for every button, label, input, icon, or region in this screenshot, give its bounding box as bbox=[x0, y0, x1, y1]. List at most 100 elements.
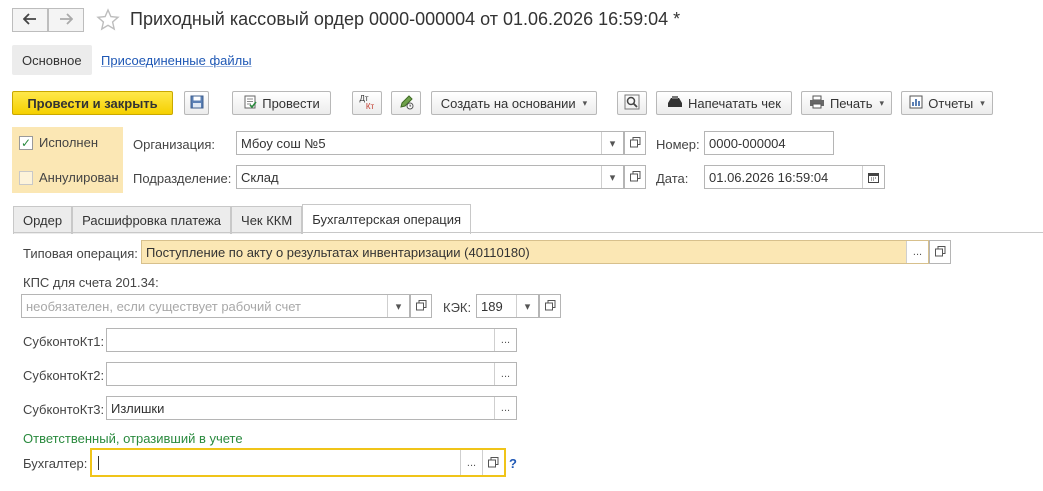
accountant-open-button[interactable] bbox=[482, 450, 504, 475]
print-label: Печать bbox=[829, 95, 873, 111]
subconto3-value: Излишки bbox=[111, 400, 165, 416]
division-field[interactable]: Склад ▾ bbox=[236, 165, 624, 189]
number-label: Номер: bbox=[656, 137, 700, 152]
post-button-label: Провести bbox=[262, 95, 320, 111]
post-document-icon bbox=[243, 95, 257, 112]
magnifier-icon bbox=[624, 94, 640, 113]
printer-icon bbox=[809, 95, 825, 112]
kek-label: КЭК: bbox=[443, 300, 472, 315]
tab-kkm-receipt[interactable]: Чек ККМ bbox=[231, 206, 303, 234]
ellipsis-button[interactable]: ... bbox=[906, 241, 928, 263]
dt-kt-button[interactable]: Дт Кт bbox=[352, 91, 382, 115]
tab-order[interactable]: Ордер bbox=[13, 206, 73, 234]
cash-register-icon bbox=[667, 95, 683, 112]
kps-open-button[interactable] bbox=[410, 294, 432, 318]
typical-operation-label: Типовая операция: bbox=[23, 246, 138, 261]
organization-value: Мбоу сош №5 bbox=[241, 135, 326, 151]
dt-kt-icon: Дт Кт bbox=[359, 95, 375, 111]
create-based-on-label: Создать на основании bbox=[440, 95, 576, 111]
date-value: 01.06.2026 16:59:04 bbox=[709, 169, 829, 185]
chevron-down-icon: ▾ bbox=[879, 97, 885, 108]
edit-posting-button[interactable] bbox=[391, 91, 421, 115]
ellipsis-button[interactable]: ... bbox=[460, 450, 482, 475]
search-button[interactable] bbox=[617, 91, 647, 115]
responsible-group-heading: Ответственный, отразивший в учете bbox=[23, 431, 243, 446]
chevron-down-icon[interactable]: ▾ bbox=[601, 166, 623, 188]
chevron-down-icon: ▾ bbox=[980, 97, 985, 108]
typical-operation-value: Поступление по акту о результатах инвент… bbox=[146, 244, 530, 260]
typical-operation-field[interactable]: Поступление по акту о результатах инвент… bbox=[141, 240, 929, 264]
save-button[interactable] bbox=[184, 91, 209, 115]
star-icon bbox=[96, 8, 120, 35]
subconto3-label: СубконтоКт3: bbox=[23, 402, 105, 417]
executed-checkbox[interactable]: ✓ Исполнен bbox=[19, 135, 98, 150]
subconto2-field[interactable]: ... bbox=[106, 362, 517, 386]
executed-label: Исполнен bbox=[39, 135, 99, 150]
back-button[interactable] bbox=[12, 8, 48, 32]
post-button[interactable]: Провести bbox=[232, 91, 331, 115]
accountant-value bbox=[98, 455, 99, 470]
arrow-right-icon bbox=[59, 12, 74, 29]
division-label: Подразделение: bbox=[133, 171, 232, 186]
date-label: Дата: bbox=[656, 171, 689, 186]
subconto1-field[interactable]: ... bbox=[106, 328, 517, 352]
open-window-icon bbox=[544, 299, 556, 314]
reports-button[interactable]: Отчеты ▾ bbox=[901, 91, 993, 115]
floppy-disk-icon bbox=[190, 95, 204, 112]
checkbox-empty-icon bbox=[19, 170, 33, 185]
chevron-down-icon[interactable]: ▾ bbox=[387, 295, 409, 317]
ellipsis-button[interactable]: ... bbox=[494, 397, 516, 419]
arrow-left-icon bbox=[22, 12, 37, 29]
ellipsis-button[interactable]: ... bbox=[494, 363, 516, 385]
pencil-icon bbox=[398, 94, 414, 113]
forward-button[interactable] bbox=[48, 8, 84, 32]
kek-value: 189 bbox=[481, 298, 503, 314]
print-button[interactable]: Печать ▾ bbox=[801, 91, 892, 115]
division-value: Склад bbox=[241, 169, 279, 185]
accountant-label: Бухгалтер: bbox=[23, 456, 88, 471]
help-icon[interactable]: ? bbox=[509, 456, 517, 471]
tab-payment-details[interactable]: Расшифровка платежа bbox=[72, 206, 232, 234]
reports-label: Отчеты bbox=[928, 95, 974, 111]
kt-label: Кт bbox=[365, 102, 375, 111]
number-field[interactable]: 0000-000004 bbox=[704, 131, 834, 155]
print-receipt-button[interactable]: Напечатать чек bbox=[656, 91, 792, 115]
subconto2-label: СубконтоКт2: bbox=[23, 368, 105, 383]
organization-open-button[interactable] bbox=[624, 131, 646, 155]
favorite-button[interactable] bbox=[96, 8, 120, 35]
open-window-icon bbox=[934, 245, 946, 260]
kek-field[interactable]: 189 ▾ bbox=[476, 294, 539, 318]
print-receipt-label: Напечатать чек bbox=[688, 95, 781, 111]
tab-accounting-operation[interactable]: Бухгалтерская операция bbox=[302, 204, 472, 234]
date-field[interactable]: 01.06.2026 16:59:04 bbox=[704, 165, 885, 189]
open-window-icon bbox=[415, 299, 427, 314]
checkmark-icon: ✓ bbox=[19, 135, 33, 150]
number-value: 0000-000004 bbox=[709, 135, 786, 151]
open-window-icon bbox=[488, 457, 499, 468]
division-open-button[interactable] bbox=[624, 165, 646, 189]
cancelled-checkbox[interactable]: Аннулирован bbox=[19, 170, 119, 185]
subconto1-label: СубконтоКт1: bbox=[23, 334, 105, 349]
chevron-down-icon: ▾ bbox=[582, 97, 588, 108]
create-based-on-button[interactable]: Создать на основании ▾ bbox=[431, 91, 597, 115]
organization-field[interactable]: Мбоу сош №5 ▾ bbox=[236, 131, 624, 155]
section-main[interactable]: Основное bbox=[12, 45, 92, 75]
subconto3-field[interactable]: Излишки ... bbox=[106, 396, 517, 420]
tab-bar: Ордер Расшифровка платежа Чек ККМ Бухгал… bbox=[13, 204, 472, 234]
post-and-close-button[interactable]: Провести и закрыть bbox=[12, 91, 173, 115]
open-window-icon bbox=[629, 170, 641, 185]
ellipsis-button[interactable]: ... bbox=[494, 329, 516, 351]
tab-divider bbox=[13, 232, 1043, 233]
section-attached-files-link[interactable]: Присоединенные файлы bbox=[101, 53, 252, 68]
chevron-down-icon[interactable]: ▾ bbox=[601, 132, 623, 154]
typical-operation-open-button[interactable] bbox=[929, 240, 951, 264]
chevron-down-icon[interactable]: ▾ bbox=[516, 295, 538, 317]
page-title: Приходный кассовый ордер 0000-000004 от … bbox=[130, 9, 681, 29]
calendar-icon[interactable] bbox=[862, 166, 884, 188]
reports-icon bbox=[909, 95, 923, 112]
kps-field[interactable]: необязателен, если существует рабочий сч… bbox=[21, 294, 410, 318]
kek-open-button[interactable] bbox=[539, 294, 561, 318]
cancelled-label: Аннулирован bbox=[39, 170, 119, 185]
organization-label: Организация: bbox=[133, 137, 216, 152]
accountant-field[interactable]: ... bbox=[90, 448, 506, 477]
